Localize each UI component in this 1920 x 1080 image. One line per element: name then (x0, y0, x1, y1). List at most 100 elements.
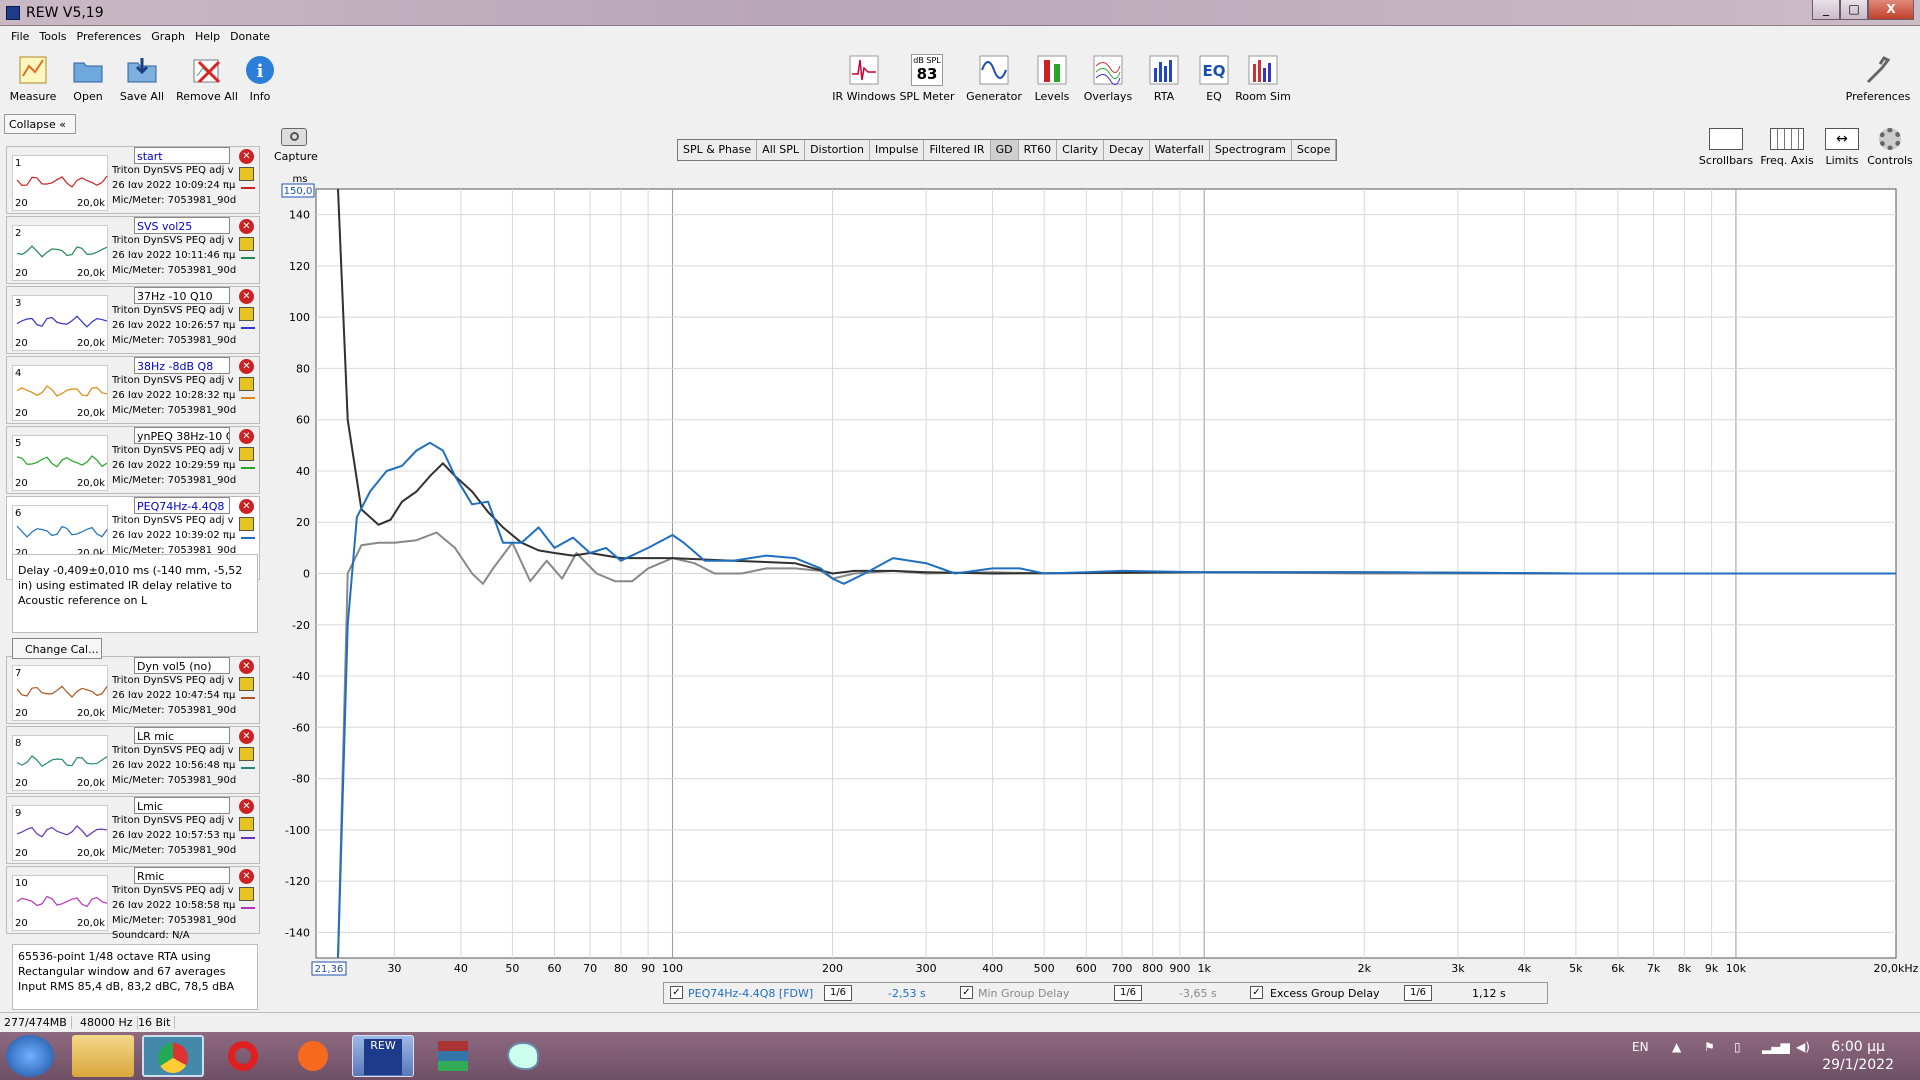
measurement-settings-icon[interactable] (239, 817, 254, 831)
spl-meter-button[interactable]: dB SPL 83 SPL Meter (895, 54, 959, 103)
tab-decay[interactable]: Decay (1104, 140, 1150, 160)
measurement-thumbnail[interactable]: 9 20 20,0k (12, 805, 108, 861)
measurement-name-field[interactable]: PEQ74Hz-4.4Q8 (134, 497, 230, 514)
preferences-button[interactable]: Preferences (1842, 54, 1914, 103)
measurement-name-field[interactable]: Lmic (134, 797, 230, 814)
flag-icon[interactable]: ⚑ (1704, 1040, 1715, 1054)
tray-arrow-icon[interactable]: ▲ (1672, 1040, 1681, 1054)
menu-help[interactable]: Help (190, 26, 225, 46)
tab-spectrogram[interactable]: Spectrogram (1210, 140, 1292, 160)
measurement-settings-icon[interactable] (239, 377, 254, 391)
battery-icon[interactable]: ▯ (1734, 1040, 1741, 1054)
collapse-button[interactable]: Collapse « (4, 114, 76, 134)
measurement-color-swatch[interactable] (241, 697, 255, 699)
menu-donate[interactable]: Donate (225, 26, 275, 46)
tab-gd[interactable]: GD (990, 140, 1019, 160)
network-icon[interactable]: ▂▄▆ (1762, 1040, 1790, 1054)
menu-preferences[interactable]: Preferences (72, 26, 147, 46)
remove-measurement-icon[interactable]: ✕ (239, 289, 254, 304)
measurement-name-field[interactable]: Rmic (134, 867, 230, 884)
measurement-settings-icon[interactable] (239, 307, 254, 321)
minimize-button[interactable]: _ (1812, 0, 1840, 20)
measurement-color-swatch[interactable] (241, 397, 255, 399)
measurement-name-field[interactable]: 37Hz -10 Q10 (134, 287, 230, 304)
measurement-settings-icon[interactable] (239, 237, 254, 251)
rew-taskbar-icon[interactable]: REW (352, 1035, 414, 1077)
info-button[interactable]: i Info (228, 54, 292, 103)
measurement-item[interactable]: 9 20 20,0k Lmic ✕ Triton DynSVS PEQ adj v 26 Ι… (6, 796, 260, 864)
opera-taskbar-icon[interactable] (212, 1035, 274, 1077)
remove-measurement-icon[interactable]: ✕ (239, 499, 254, 514)
paint-taskbar-icon[interactable] (492, 1035, 554, 1077)
measurement-color-swatch[interactable] (241, 257, 255, 259)
measurement-thumbnail[interactable]: 8 20 20,0k (12, 735, 108, 791)
measurement-color-swatch[interactable] (241, 537, 255, 539)
measurement-item[interactable]: 2 20 20,0k SVS vol25 ✕ Triton DynSVS PEQ adj … (6, 216, 260, 284)
measurement-item[interactable]: 52020,0kynPEQ 38Hz-10 Q8✕Triton DynSVS P… (6, 426, 260, 494)
menu-file[interactable]: File (6, 26, 34, 46)
measurement-thumbnail[interactable]: 2 20 20,0k (12, 225, 108, 281)
close-button[interactable]: X (1868, 0, 1914, 20)
menu-tools[interactable]: Tools (34, 26, 71, 46)
measurement-settings-icon[interactable] (239, 887, 254, 901)
series1-smoothing[interactable]: 1/6 (824, 985, 852, 1001)
measurement-settings-icon[interactable] (239, 747, 254, 761)
measurement-color-swatch[interactable] (241, 467, 255, 469)
measurement-settings-icon[interactable] (239, 677, 254, 691)
generator-button[interactable]: Generator (962, 54, 1026, 103)
measurement-name-field[interactable]: start (134, 147, 230, 164)
chrome-taskbar-icon[interactable] (142, 1035, 204, 1077)
language-indicator[interactable]: EN (1632, 1040, 1649, 1054)
change-cal-button[interactable]: Change Cal... (12, 638, 102, 659)
brave-taskbar-icon[interactable] (282, 1035, 344, 1077)
measurement-thumbnail[interactable]: 1 20 20,0k (12, 155, 108, 211)
measurement-thumbnail[interactable]: 5 20 20,0k (12, 435, 108, 491)
measurement-item[interactable]: 7 20 20,0k Dyn vol5 (no) ✕ Triton DynSVS PEQ … (6, 656, 260, 724)
freq-axis-button[interactable]: Freq. Axis (1757, 128, 1817, 167)
overlays-button[interactable]: Overlays (1076, 54, 1140, 103)
measurement-name-field[interactable]: Dyn vol5 (no) (134, 657, 230, 674)
tab-distortion[interactable]: Distortion (805, 140, 870, 160)
measurement-settings-icon[interactable] (239, 517, 254, 531)
remove-measurement-icon[interactable]: ✕ (239, 429, 254, 444)
menu-graph[interactable]: Graph (146, 26, 190, 46)
measurement-item[interactable]: 3 20 20,0k 37Hz -10 Q10 ✕ Triton DynSVS PEQ a… (6, 286, 260, 354)
measurement-thumbnail[interactable]: 10 20 20,0k (12, 875, 108, 931)
series2-checkbox[interactable]: ✓ (960, 986, 973, 999)
tab-spl-phase[interactable]: SPL & Phase (678, 140, 758, 160)
clock[interactable]: 6:00 μμ 29/1/2022 (1822, 1038, 1894, 1074)
measurement-thumbnail[interactable]: 7 20 20,0k (12, 665, 108, 721)
remove-measurement-icon[interactable]: ✕ (239, 359, 254, 374)
remove-measurement-icon[interactable]: ✕ (239, 659, 254, 674)
levels-button[interactable]: Levels (1020, 54, 1084, 103)
explorer-taskbar-icon[interactable] (72, 1035, 134, 1077)
tab-rt60[interactable]: RT60 (1019, 140, 1058, 160)
series1-checkbox[interactable]: ✓ (670, 986, 683, 999)
save-all-button[interactable]: Save All (110, 54, 174, 103)
remove-measurement-icon[interactable]: ✕ (239, 149, 254, 164)
measurement-item[interactable]: 8 20 20,0k LR mic ✕ Triton DynSVS PEQ adj v 26… (6, 726, 260, 794)
tab-clarity[interactable]: Clarity (1057, 140, 1105, 160)
capture-button[interactable]: Capture (274, 128, 318, 163)
measurement-color-swatch[interactable] (241, 327, 255, 329)
measurement-color-swatch[interactable] (241, 837, 255, 839)
series3-checkbox[interactable]: ✓ (1250, 986, 1263, 999)
measurement-color-swatch[interactable] (241, 907, 255, 909)
remove-measurement-icon[interactable]: ✕ (239, 729, 254, 744)
maximize-button[interactable]: □ (1840, 0, 1868, 20)
measurement-thumbnail[interactable]: 62020,0k (12, 505, 108, 561)
measurement-name-field[interactable]: ynPEQ 38Hz-10 Q8 (134, 427, 230, 444)
measurement-name-field[interactable]: SVS vol25 (134, 217, 230, 234)
measurement-thumbnail[interactable]: 3 20 20,0k (12, 295, 108, 351)
controls-button[interactable]: Controls (1862, 128, 1918, 167)
ir-windows-button[interactable]: IR Windows (830, 54, 898, 103)
measurement-item[interactable]: 10 20 20,0k Rmic ✕ Triton DynSVS PEQ adj v 26 … (6, 866, 260, 941)
measurement-name-field[interactable]: LR mic (134, 727, 230, 744)
measurement-item[interactable]: 1 20 20,0k start ✕ Triton DynSVS PEQ adj v 26 … (6, 146, 260, 214)
measurement-color-swatch[interactable] (241, 767, 255, 769)
series2-smoothing[interactable]: 1/6 (1114, 985, 1142, 1001)
measurement-thumbnail[interactable]: 4 20 20,0k (12, 365, 108, 421)
measurement-color-swatch[interactable] (241, 187, 255, 189)
start-button[interactable] (6, 1035, 54, 1077)
remove-measurement-icon[interactable]: ✕ (239, 799, 254, 814)
